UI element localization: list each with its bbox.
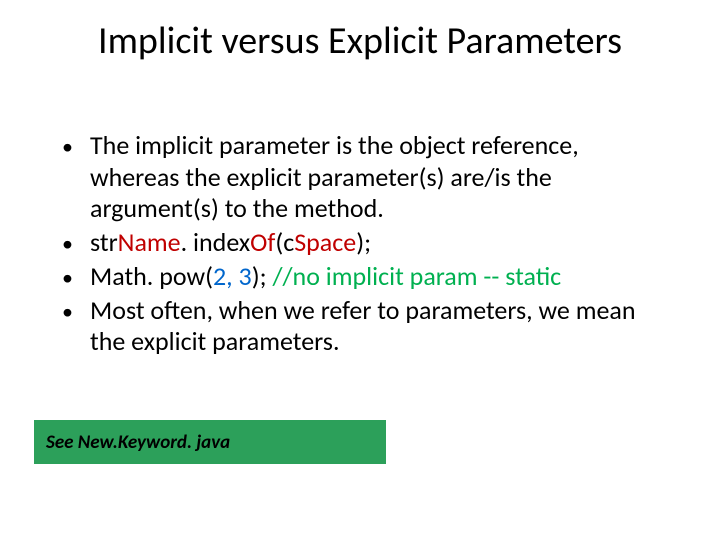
code-seg-highlight: Space xyxy=(294,226,356,258)
bullet-dot: • xyxy=(62,261,90,293)
slide-title: Implicit versus Explicit Parameters xyxy=(0,18,720,64)
code-seg-highlight: Of xyxy=(250,226,275,258)
bullet-list: • The implicit parameter is the object r… xyxy=(62,130,672,360)
bullet-dot: • xyxy=(62,295,90,327)
bullet-item-3: • Math. pow(2, 3); //no implicit param -… xyxy=(62,261,672,293)
slide: Implicit versus Explicit Parameters • Th… xyxy=(0,0,720,540)
bullet-dot: • xyxy=(62,227,90,259)
bullet-item-4: • Most often, when we refer to parameter… xyxy=(62,295,672,358)
bullet-dot: • xyxy=(62,130,90,162)
code-seg: ); xyxy=(356,226,371,258)
code-seg: Math. pow( xyxy=(90,260,213,292)
bullet-text: Math. pow(2, 3); //no implicit param -- … xyxy=(90,261,672,293)
reference-callout: See New.Keyword. java xyxy=(34,420,386,464)
code-seg: . index xyxy=(181,226,251,258)
code-seg-comment: //no implicit param -- static xyxy=(272,260,561,292)
bullet-text: strName. indexOf(cSpace); xyxy=(90,227,672,259)
code-seg: ); xyxy=(252,260,273,292)
code-seg: str xyxy=(90,226,118,258)
callout-text: See New.Keyword. java xyxy=(46,431,230,454)
code-seg-args: 2, 3 xyxy=(213,260,252,292)
bullet-text: Most often, when we refer to parameters,… xyxy=(90,295,672,358)
bullet-item-1: • The implicit parameter is the object r… xyxy=(62,130,672,225)
bullet-text: The implicit parameter is the object ref… xyxy=(90,130,672,225)
bullet-item-2: • strName. indexOf(cSpace); xyxy=(62,227,672,259)
code-seg-highlight: Name xyxy=(118,226,181,258)
code-seg: (c xyxy=(275,226,294,258)
